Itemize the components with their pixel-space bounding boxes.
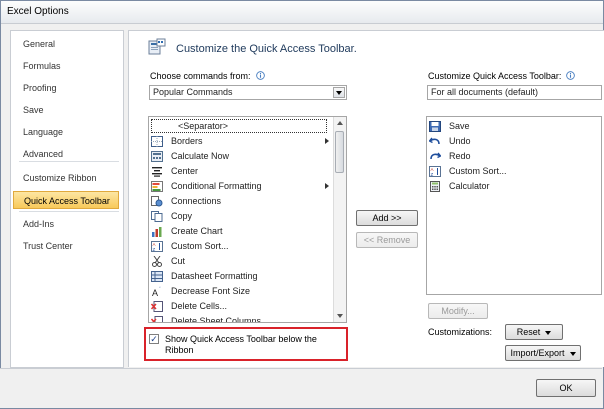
title-bar: Excel Options [1, 1, 603, 24]
highlight-box [144, 327, 348, 361]
delete-columns-icon [151, 316, 163, 322]
sort-icon: AZ [151, 241, 163, 252]
save-icon [429, 121, 441, 132]
reset-button[interactable]: Reset [505, 324, 563, 340]
scroll-up-icon[interactable] [337, 121, 343, 125]
sidebar-item-proofing[interactable]: Proofing [13, 79, 119, 97]
remove-button[interactable]: << Remove [356, 232, 418, 248]
calculator-icon [430, 181, 440, 192]
sidebar: General Formulas Proofing Save Language … [10, 30, 124, 368]
customizations-label: Customizations: [428, 327, 493, 337]
svg-text:A: A [152, 288, 158, 297]
delete-cells-icon [151, 301, 163, 312]
list-item[interactable]: Conditional Formatting [151, 179, 335, 194]
sidebar-divider [19, 161, 119, 162]
submenu-arrow-icon [325, 183, 329, 189]
decrease-font-icon: Aˇ [152, 287, 161, 297]
svg-text:Z: Z [431, 172, 434, 177]
modify-button[interactable]: Modify... [428, 303, 488, 319]
scroll-down-icon[interactable] [337, 314, 343, 318]
svg-text:Z: Z [153, 247, 156, 252]
dialog-footer [0, 368, 602, 408]
chevron-down-icon [545, 330, 552, 335]
sidebar-item-add-ins[interactable]: Add-Ins [13, 215, 119, 233]
sidebar-divider [19, 211, 119, 212]
chevron-down-icon [569, 351, 576, 356]
window-title: Excel Options [7, 6, 69, 17]
commands-list[interactable]: <Separator> Borders Calculate Now Center… [148, 116, 347, 323]
sidebar-item-trust-center[interactable]: Trust Center [13, 237, 119, 255]
customize-qat-label: Customize Quick Access Toolbar: [428, 71, 562, 81]
sidebar-item-language[interactable]: Language [13, 123, 119, 141]
toolbar-commands-list[interactable]: Save Undo Redo AZ Custom Sort... Calcula… [426, 116, 602, 295]
choose-commands-label: Choose commands from: [150, 71, 251, 81]
borders-icon [151, 136, 163, 147]
sidebar-item-general[interactable]: General [13, 35, 119, 53]
scissors-icon [152, 256, 162, 267]
sidebar-item-formulas[interactable]: Formulas [13, 57, 119, 75]
list-item-separator[interactable]: <Separator> [151, 119, 327, 133]
quick-access-toolbar-icon [148, 38, 166, 55]
sort-icon: AZ [429, 166, 441, 177]
undo-icon [429, 137, 440, 145]
sidebar-item-quick-access-toolbar[interactable]: Quick Access Toolbar [13, 191, 119, 209]
redo-icon [430, 152, 441, 160]
chevron-down-icon[interactable] [333, 87, 345, 98]
scroll-thumb[interactable] [335, 131, 344, 173]
submenu-arrow-icon [325, 138, 329, 144]
info-icon [566, 71, 575, 80]
conditional-formatting-icon [151, 181, 163, 192]
calculate-icon [151, 151, 163, 162]
copy-icon [151, 211, 163, 222]
choose-commands-combo[interactable]: Popular Commands [149, 85, 347, 100]
datasheet-icon [151, 271, 163, 282]
connections-icon [151, 196, 163, 207]
ok-button[interactable]: OK [536, 379, 596, 397]
page-title: Customize the Quick Access Toolbar. [176, 43, 357, 55]
center-align-icon [152, 167, 162, 177]
commands-list-scrollbar[interactable] [333, 117, 346, 322]
info-icon [256, 71, 265, 80]
import-export-button[interactable]: Import/Export [505, 345, 581, 361]
customize-qat-combo[interactable]: For all documents (default) [427, 85, 602, 100]
svg-text:ˇ: ˇ [159, 287, 161, 293]
chart-icon [152, 227, 162, 237]
choose-commands-value: Popular Commands [153, 87, 233, 97]
list-item[interactable]: Borders [151, 134, 335, 149]
add-button[interactable]: Add >> [356, 210, 418, 226]
sidebar-item-customize-ribbon[interactable]: Customize Ribbon [13, 169, 119, 187]
customize-qat-value: For all documents (default) [431, 87, 539, 97]
sidebar-item-save[interactable]: Save [13, 101, 119, 119]
